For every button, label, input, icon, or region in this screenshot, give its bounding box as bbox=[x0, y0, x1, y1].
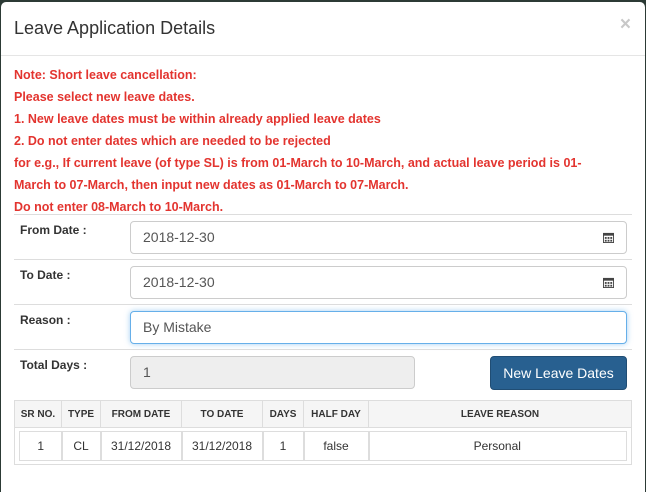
column-header: TYPE bbox=[61, 400, 101, 428]
table-header-row: SR NO. TYPE FROM DATE TO DATE DAYS HALF … bbox=[14, 400, 632, 428]
from-date-row: From Date : 2018-12-30 bbox=[14, 214, 632, 259]
total-days-input: 1 bbox=[130, 356, 415, 389]
total-days-label: Total Days : bbox=[20, 358, 88, 372]
column-header: TO DATE bbox=[181, 400, 263, 428]
to-date-value: 2018-12-30 bbox=[143, 274, 215, 290]
from-date-value: 2018-12-30 bbox=[143, 229, 215, 245]
to-date-input[interactable]: 2018-12-30 bbox=[130, 266, 627, 299]
cell-from-date: 31/12/2018 bbox=[99, 431, 183, 461]
note-line: 2. Do not enter dates which are needed t… bbox=[14, 134, 331, 148]
close-icon[interactable]: × bbox=[620, 15, 631, 34]
reason-input[interactable]: By Mistake bbox=[130, 311, 627, 344]
note-line: Please select new leave dates. bbox=[14, 90, 195, 104]
column-header: FROM DATE bbox=[100, 400, 182, 428]
reason-label: Reason : bbox=[20, 313, 71, 327]
leave-application-modal: Leave Application Details × Note: Short … bbox=[1, 2, 645, 492]
from-date-label: From Date : bbox=[20, 223, 87, 237]
to-date-row: To Date : 2018-12-30 bbox=[14, 259, 632, 304]
new-leave-dates-button[interactable]: New Leave Dates bbox=[490, 356, 627, 390]
to-date-label: To Date : bbox=[20, 268, 71, 282]
modal-title: Leave Application Details bbox=[14, 18, 216, 38]
cell-half-day: false bbox=[302, 431, 370, 461]
column-header: SR NO. bbox=[14, 400, 62, 428]
from-date-input[interactable]: 2018-12-30 bbox=[130, 221, 627, 254]
cell-leave-reason: Personal bbox=[367, 431, 627, 461]
cell-type: CL bbox=[60, 431, 102, 461]
reason-value: By Mistake bbox=[143, 319, 212, 335]
column-header: LEAVE REASON bbox=[368, 400, 632, 428]
note-line: 1. New leave dates must be within alread… bbox=[14, 112, 381, 126]
table-row: 1 CL 31/12/2018 31/12/2018 1 false Perso… bbox=[14, 427, 632, 465]
cell-days: 1 bbox=[261, 431, 305, 461]
note-line: for e.g., If current leave (of type SL) … bbox=[14, 156, 582, 170]
leave-table: SR NO. TYPE FROM DATE TO DATE DAYS HALF … bbox=[14, 400, 632, 465]
reason-row: Reason : By Mistake bbox=[14, 304, 632, 349]
note-line: March to 07-March, then input new dates … bbox=[14, 178, 409, 192]
calendar-icon[interactable] bbox=[603, 277, 614, 288]
note-line: Note: Short leave cancellation: bbox=[14, 68, 197, 82]
calendar-icon[interactable] bbox=[603, 232, 614, 243]
cell-to-date: 31/12/2018 bbox=[180, 431, 264, 461]
modal-header: Leave Application Details × bbox=[1, 2, 645, 56]
total-days-row: Total Days : 1 New Leave Dates bbox=[14, 349, 632, 397]
column-header: HALF DAY bbox=[303, 400, 369, 428]
notes-block: Note: Short leave cancellation: Please s… bbox=[1, 56, 645, 218]
total-days-value: 1 bbox=[143, 364, 151, 380]
column-header: DAYS bbox=[262, 400, 304, 428]
cell-sr-no: 1 bbox=[19, 431, 63, 461]
